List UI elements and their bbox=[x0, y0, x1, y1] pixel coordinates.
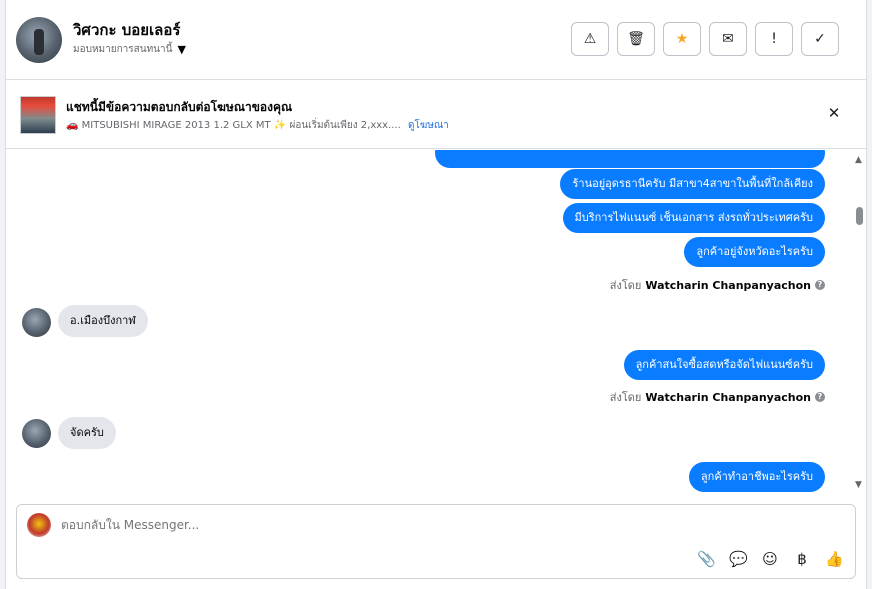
ad-banner-title: แชทนี้มีข้อความตอบกลับต่อโฆษณาของคุณ bbox=[66, 100, 293, 114]
ad-reply-banner: แชทนี้มีข้อความตอบกลับต่อโฆษณาของคุณ 🚗 M… bbox=[6, 81, 866, 149]
sender-name: Watcharin Chanpanyachon bbox=[645, 278, 811, 292]
close-icon[interactable]: ✕ bbox=[826, 105, 842, 121]
message-bubble-outgoing[interactable]: ลูกค้าทำอาชีพอะไรครับ bbox=[688, 462, 825, 492]
header-actions: ⚠ 🗑 ★ ✉ ! ✓ bbox=[571, 22, 839, 56]
message-thread[interactable]: ร้านอยู่อุดรธานีครับ มีสาขา4สาขาในพื้นที… bbox=[6, 150, 851, 495]
sender-name: Watcharin Chanpanyachon bbox=[645, 390, 811, 404]
star-icon: ★ bbox=[675, 31, 689, 47]
page-avatar bbox=[27, 513, 51, 537]
message-bubble-outgoing[interactable]: ลูกค้าอยู่จังหวัดอะไรครับ bbox=[684, 237, 825, 267]
message-composer: 📎 💬 ☺ ฿ 👍 bbox=[16, 504, 856, 579]
composer-toolbar: 📎 💬 ☺ ฿ 👍 bbox=[697, 550, 844, 568]
sent-by-line: ส่งโดย Watcharin Chanpanyachon ? bbox=[610, 276, 825, 294]
attachment-icon[interactable]: 📎 bbox=[697, 550, 716, 568]
star-button[interactable]: ★ bbox=[663, 22, 701, 56]
assign-label: มอบหมายการสนทนานี้ bbox=[73, 44, 173, 55]
thumbs-up-icon[interactable]: 👍 bbox=[825, 550, 844, 568]
sparkle-icon: ✨ bbox=[273, 120, 287, 131]
ad-thumbnail[interactable] bbox=[20, 96, 56, 134]
spam-icon: ! bbox=[771, 31, 777, 47]
car-icon: 🚗 bbox=[66, 120, 79, 131]
sent-by-label: ส่งโดย bbox=[609, 279, 642, 292]
ad-text: MITSUBISHI MIRAGE 2013 1.2 GLX MT bbox=[81, 120, 271, 131]
message-bubble-incoming[interactable]: จัดครับ bbox=[58, 417, 116, 449]
saved-replies-icon[interactable]: 💬 bbox=[729, 550, 748, 568]
right-border bbox=[866, 0, 872, 589]
warning-icon: ⚠ bbox=[583, 31, 597, 47]
view-ad-link[interactable]: ดูโฆษณา bbox=[408, 120, 449, 131]
assign-conversation[interactable]: มอบหมายการสนทนานี้ ▼ bbox=[73, 42, 186, 57]
message-bubble-incoming[interactable]: อ.เมืองบึงกาฬ bbox=[58, 305, 148, 337]
check-icon: ✓ bbox=[814, 31, 826, 47]
contact-avatar[interactable] bbox=[16, 17, 62, 63]
contact-name[interactable]: วิศวกะ บอยเลอร์ bbox=[73, 18, 180, 42]
scroll-down-arrow-icon[interactable]: ▼ bbox=[855, 480, 862, 490]
conversation-header: วิศวกะ บอยเลอร์ มอบหมายการสนทนานี้ ▼ ⚠ 🗑… bbox=[6, 0, 866, 80]
contact-avatar-small[interactable] bbox=[22, 419, 51, 448]
sent-by-label: ส่งโดย bbox=[609, 391, 642, 404]
message-bubble-cut-off[interactable] bbox=[435, 150, 825, 168]
mark-done-button[interactable]: ✓ bbox=[801, 22, 839, 56]
emoji-icon[interactable]: ☺ bbox=[761, 550, 779, 568]
spam-button[interactable]: ! bbox=[755, 22, 793, 56]
mail-icon: ✉ bbox=[722, 31, 734, 47]
ad-text-2: ผ่อนเริ่มต้นเพียง 2,xxx.... bbox=[289, 120, 401, 131]
reply-input[interactable] bbox=[61, 518, 661, 532]
scrollbar-thumb[interactable] bbox=[856, 207, 863, 225]
delete-button[interactable]: 🗑 bbox=[617, 22, 655, 56]
sent-by-line: ส่งโดย Watcharin Chanpanyachon ? bbox=[610, 388, 825, 406]
caret-down-icon: ▼ bbox=[177, 43, 186, 56]
message-bubble-outgoing[interactable]: ลูกค้าสนใจซื้อสดหรือจัดไฟแนนซ์ครับ bbox=[623, 350, 825, 380]
info-icon[interactable]: ? bbox=[815, 392, 825, 402]
message-bubble-outgoing[interactable]: มีบริการไฟแนนซ์ เช็นเอกสาร ส่งรถทั่วประเ… bbox=[562, 203, 825, 233]
payment-icon[interactable]: ฿ bbox=[793, 550, 811, 568]
conversation-panel: วิศวกะ บอยเลอร์ มอบหมายการสนทนานี้ ▼ ⚠ 🗑… bbox=[0, 0, 872, 589]
info-icon[interactable]: ? bbox=[815, 280, 825, 290]
contact-avatar-small[interactable] bbox=[22, 308, 51, 337]
ad-description: 🚗 MITSUBISHI MIRAGE 2013 1.2 GLX MT ✨ ผ่… bbox=[66, 118, 449, 133]
mark-unread-button[interactable]: ✉ bbox=[709, 22, 747, 56]
message-bubble-outgoing[interactable]: ร้านอยู่อุดรธานีครับ มีสาขา4สาขาในพื้นที… bbox=[560, 169, 825, 199]
report-button[interactable]: ⚠ bbox=[571, 22, 609, 56]
scroll-up-arrow-icon[interactable]: ▲ bbox=[855, 155, 862, 165]
trash-icon: 🗑 bbox=[627, 31, 645, 47]
